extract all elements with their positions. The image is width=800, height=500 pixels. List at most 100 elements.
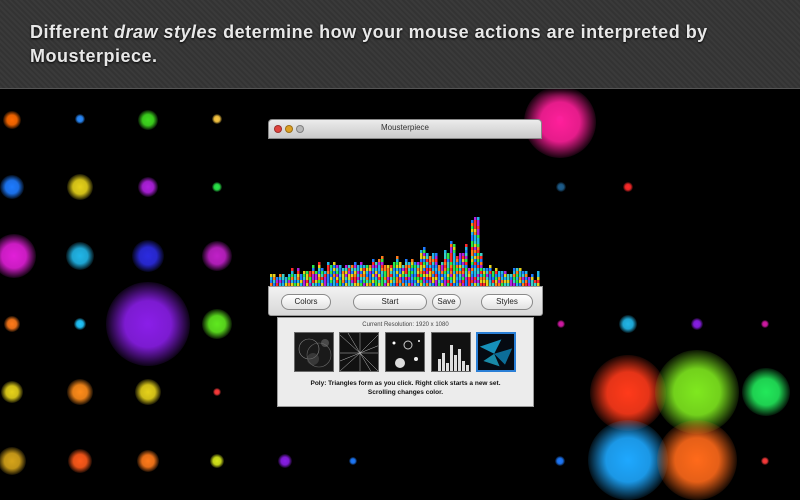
visualization-cell [387,280,390,283]
visualization-cell [480,271,483,274]
visualization-cell [483,277,486,280]
visualization-cell [453,259,456,262]
visualization-cell [342,271,345,274]
visualization-cell [420,274,423,277]
visualization-cell [522,274,525,277]
visualization-cell [432,268,435,271]
visualization-cell [399,262,402,265]
visualization-cell [456,271,459,274]
visualization-cell [330,271,333,274]
visualization-cell [414,274,417,277]
visualization-cell [486,271,489,274]
paint-dot [0,175,24,199]
visualization-cell [537,274,540,277]
visualization-cell [477,259,480,262]
visualization-cell [381,268,384,271]
visualization-cell [537,271,540,274]
paint-dot [106,282,190,366]
visualization-cell [291,280,294,283]
visualization-cell [339,268,342,271]
visualization-cell [405,280,408,283]
visualization-cell [489,280,492,283]
visualization-cell [420,262,423,265]
visualization-cell [399,268,402,271]
visualization-cell [453,274,456,277]
visualization-cell [471,262,474,265]
visualization-cell [393,268,396,271]
nebula-style-thumbnail[interactable] [294,332,334,372]
styles-button[interactable]: Styles [481,294,533,310]
save-button[interactable]: Save [432,294,461,310]
window-titlebar[interactable]: Mousterpiece [268,119,542,139]
visualization-cell [417,268,420,271]
visualization-cell [423,271,426,274]
visualization-cell [345,268,348,271]
colors-button[interactable]: Colors [281,294,331,310]
visualization-cell [438,271,441,274]
visualization-cell [330,274,333,277]
start-button[interactable]: Start [353,294,427,310]
visualization-cell [450,256,453,259]
visualization-cell [441,265,444,268]
visualization-cell [537,280,540,283]
visualization-cell [447,274,450,277]
starburst-style-thumbnail[interactable] [339,332,379,372]
visualization-cell [384,268,387,271]
bars-style-thumbnail[interactable] [431,332,471,372]
visualization-cell [327,280,330,283]
visualization-cell [471,226,474,229]
visualization-cell [471,259,474,262]
visualization-cell [441,280,444,283]
visualization-cell [429,256,432,259]
visualization-cell [477,238,480,241]
visualization-cell [474,250,477,253]
visualization-cell [375,280,378,283]
visualization-cell [507,274,510,277]
visualization-cell [342,277,345,280]
bars-style-icon [432,333,470,371]
circles-style-thumbnail[interactable] [385,332,425,372]
visualization-cell [456,274,459,277]
visualization-cell [480,277,483,280]
visualization-cell [324,274,327,277]
visualization-cell [312,274,315,277]
visualization-cell [372,271,375,274]
visualization-cell [420,256,423,259]
visualization-cell [351,277,354,280]
visualization-cell [423,265,426,268]
visualization-cell [297,268,300,271]
visualization-cell [417,271,420,274]
visualization-cell [486,268,489,271]
visualization-cell [414,268,417,271]
visualization-cell [522,277,525,280]
paint-dot [212,182,222,192]
visualization-cell [399,280,402,283]
visualization-cell [381,262,384,265]
visualization-cell [459,256,462,259]
visualization-cell [288,277,291,280]
visualization-cell [384,277,387,280]
visualization-cell [447,259,450,262]
visualization-cell [348,265,351,268]
visualization-cell [312,265,315,268]
poly-style-thumbnail[interactable] [476,332,516,372]
visualization-cell [510,277,513,280]
visualization-cell [447,268,450,271]
visualization-cell [423,253,426,256]
visualization-cell [456,280,459,283]
visualization-cell [444,280,447,283]
visualization-cell [339,271,342,274]
visualization-cell [315,274,318,277]
visualization-cell [378,259,381,262]
visualization-cell [477,274,480,277]
visualization-cell [489,271,492,274]
paint-dot [588,420,668,500]
visualization-cell [426,277,429,280]
visualization-cell [477,280,480,283]
visualization-cell [291,271,294,274]
visualization-cell [345,265,348,268]
visualization-cell [294,274,297,277]
visualization-cell [366,277,369,280]
style-description: Poly: Triangles form as you click. Right… [282,379,529,397]
visualization-cell [504,271,507,274]
